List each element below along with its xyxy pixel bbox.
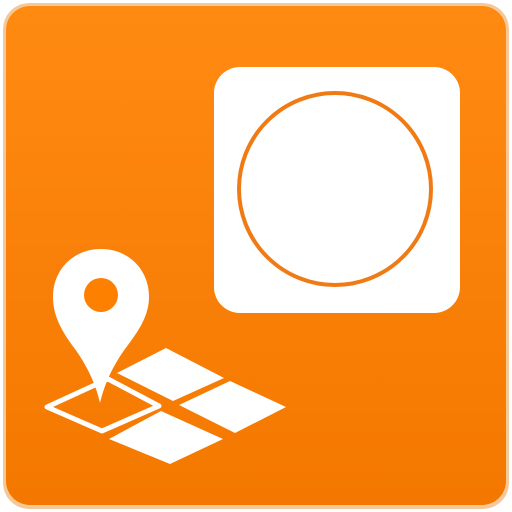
circle-ring-icon — [237, 91, 433, 287]
app-icon-graphic — [3, 3, 509, 509]
rounded-square-icon — [214, 67, 460, 313]
map-pin-hole — [84, 278, 118, 312]
app-icon[interactable] — [3, 3, 509, 509]
